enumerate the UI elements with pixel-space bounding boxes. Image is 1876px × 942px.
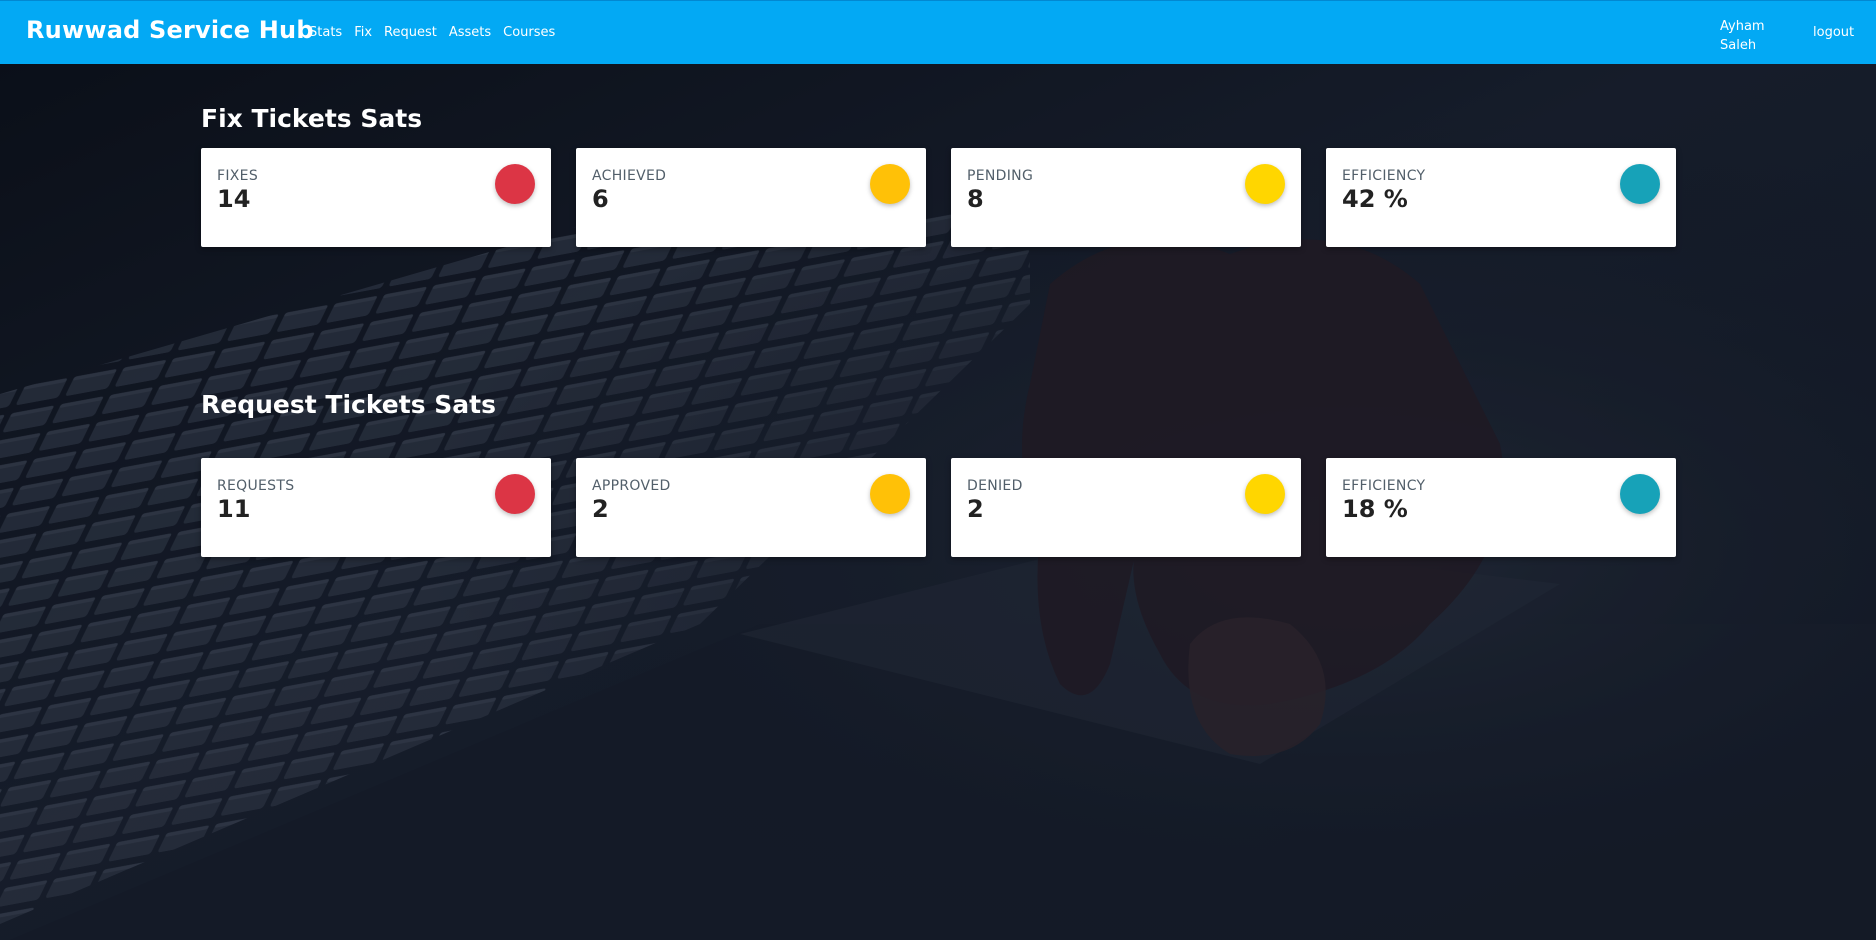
nav-link-stats[interactable]: Stats [309, 25, 342, 40]
request-section-title: Request Tickets Sats [201, 390, 496, 419]
stat-card-label: DENIED [967, 478, 1023, 494]
logout-link[interactable]: logout [1813, 25, 1854, 40]
hero-background: Fix Tickets Sats FIXES 14 ACHIEVED 6 PEN… [0, 64, 1876, 942]
stat-card-approved: APPROVED 2 [576, 458, 926, 557]
stat-card-label: REQUESTS [217, 478, 295, 494]
stat-card-value: 14 [217, 185, 251, 213]
stat-card-denied: DENIED 2 [951, 458, 1301, 557]
stat-card-value: 6 [592, 185, 609, 213]
user-name: Ayham Saleh [1720, 19, 1765, 53]
stat-card-fixes: FIXES 14 [201, 148, 551, 247]
stat-card-label: APPROVED [592, 478, 671, 494]
stat-card-label: EFFICIENCY [1342, 478, 1426, 494]
fix-section-title: Fix Tickets Sats [201, 104, 423, 133]
circle-icon [870, 164, 910, 204]
circle-icon [1620, 474, 1660, 514]
stat-card-value: 11 [217, 495, 251, 523]
navbar: Ruwwad Service Hub Stats Fix Request Ass… [0, 0, 1876, 64]
circle-icon [1620, 164, 1660, 204]
brand-link[interactable]: Ruwwad Service Hub [26, 16, 314, 44]
circle-icon [495, 474, 535, 514]
page: Ruwwad Service Hub Stats Fix Request Ass… [0, 0, 1876, 942]
stat-card-label: PENDING [967, 168, 1034, 184]
stat-card-value: 2 [592, 495, 609, 523]
stat-card-value: 2 [967, 495, 984, 523]
stat-card-requests: REQUESTS 11 [201, 458, 551, 557]
nav-links: Stats Fix Request Assets Courses [309, 25, 555, 40]
circle-icon [870, 474, 910, 514]
stat-card-value: 42 % [1342, 185, 1408, 213]
stat-card-value: 18 % [1342, 495, 1408, 523]
stat-card-achieved: ACHIEVED 6 [576, 148, 926, 247]
stat-card-label: ACHIEVED [592, 168, 667, 184]
stat-card-pending: PENDING 8 [951, 148, 1301, 247]
nav-link-assets[interactable]: Assets [449, 25, 491, 40]
circle-icon [1245, 164, 1285, 204]
nav-link-request[interactable]: Request [384, 25, 437, 40]
nav-link-courses[interactable]: Courses [503, 25, 555, 40]
stat-card-efficiency: EFFICIENCY 42 % [1326, 148, 1676, 247]
stat-card-label: EFFICIENCY [1342, 168, 1426, 184]
circle-icon [1245, 474, 1285, 514]
nav-link-fix[interactable]: Fix [354, 25, 372, 40]
stat-card-label: FIXES [217, 168, 259, 184]
stat-card-request-efficiency: EFFICIENCY 18 % [1326, 458, 1676, 557]
stat-card-value: 8 [967, 185, 984, 213]
circle-icon [495, 164, 535, 204]
